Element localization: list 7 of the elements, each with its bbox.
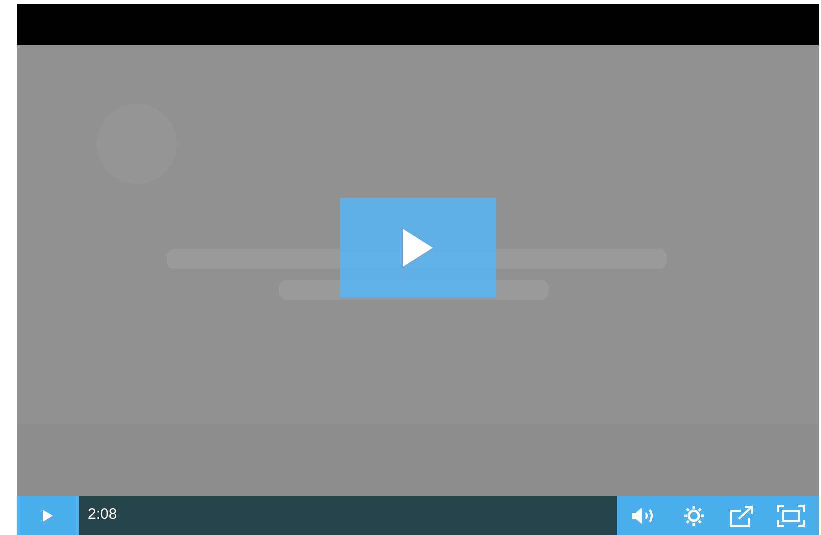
play-button[interactable]	[340, 198, 496, 298]
share-icon	[729, 504, 756, 526]
fullscreen-icon	[776, 504, 805, 526]
play-icon	[401, 227, 435, 269]
settings-icon	[682, 504, 705, 526]
time-display: 2:08	[88, 505, 118, 526]
play-icon	[42, 508, 54, 522]
